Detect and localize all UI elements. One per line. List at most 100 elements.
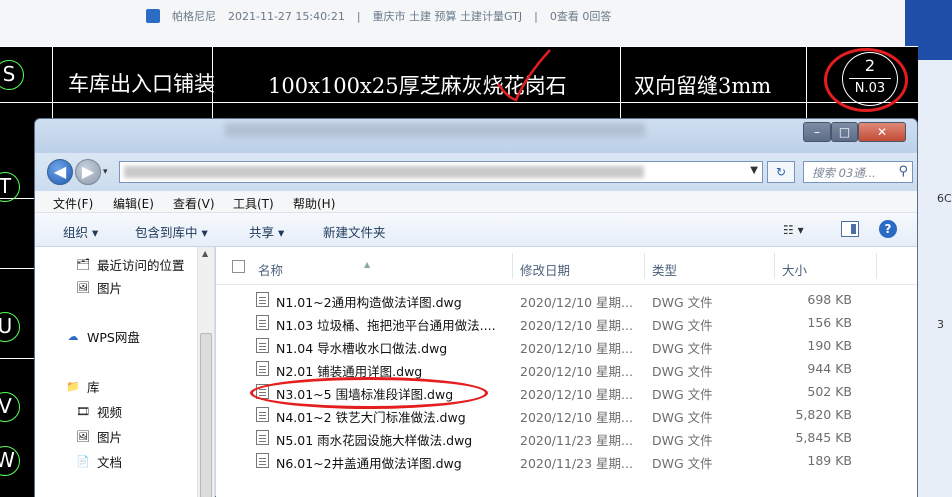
post-stats: 0查看 0回答 (549, 10, 612, 23)
file-date: 2020/11/23 星期... (520, 456, 633, 471)
column-divider[interactable] (876, 253, 877, 279)
include-in-library-button[interactable]: 包含到库中 ▾ (135, 222, 208, 241)
nav-item-label: 最近访问的位置 (97, 258, 185, 273)
file-row[interactable]: N5.01 雨水花园设施大样做法.dwg 2020/11/23 星期... DW… (216, 426, 916, 449)
search-input[interactable]: 搜索 03通... ⚲ (803, 161, 913, 183)
preview-pane-icon[interactable] (841, 221, 859, 237)
forum-post-meta-bar: 帕格尼尼 2021-11-27 15:40:21 | 重庆市 土建 预算 土建计… (0, 0, 952, 48)
column-divider[interactable] (774, 253, 775, 279)
nav-item-recent-places[interactable]: 🗂 最近访问的位置 (75, 255, 185, 274)
axis-bubble: S (0, 60, 24, 90)
blurred-title (225, 123, 645, 137)
recent-places-icon: 🗂 (76, 257, 90, 271)
file-type: DWG 文件 (652, 387, 713, 402)
back-button[interactable]: ◀ (47, 159, 73, 185)
cloud-icon: ☁ (67, 329, 79, 343)
nav-item-pictures[interactable]: 🖼 图片 (75, 278, 122, 297)
file-row[interactable]: N2.01 铺装通用详图.dwg 2020/12/10 星期... DWG 文件… (216, 357, 916, 380)
column-divider[interactable] (644, 253, 645, 279)
cad-row-label: 车库出入口铺装 (68, 72, 215, 96)
file-list: ▲ 名称 修改日期 类型 大小 N1.01~2通用构造做法详图.dwg 2020… (216, 247, 917, 497)
address-dropdown-icon[interactable]: ▼ (750, 165, 758, 176)
dwg-file-icon (256, 361, 269, 376)
file-name: N4.01~2 铁艺大门标准做法.dwg (276, 410, 466, 425)
menu-view[interactable]: 查看(V) (173, 195, 215, 212)
avatar[interactable] (146, 9, 160, 23)
select-all-checkbox[interactable] (232, 260, 245, 273)
nav-item-label: 库 (87, 380, 100, 395)
share-button[interactable]: 共享 ▾ (249, 222, 284, 241)
post-category[interactable]: 重庆市 土建 预算 土建计量GTJ (373, 8, 523, 24)
forward-button[interactable]: ▶ (75, 159, 101, 185)
file-row[interactable]: N1.03 垃圾桶、拖把池平台通用做法.... 2020/12/10 星期...… (216, 311, 916, 334)
post-date: 2021-11-27 15:40:21 (228, 9, 345, 23)
recent-pages-chevron-icon[interactable]: ▾ (103, 167, 108, 177)
file-row[interactable]: N1.04 导水槽收水口做法.dwg 2020/12/10 星期... DWG … (216, 334, 916, 357)
nav-item-wps-cloud[interactable]: ☁ WPS网盘 (65, 327, 140, 346)
nav-item-documents[interactable]: 📄 文档 (75, 452, 122, 471)
video-icon: 🎞 (76, 404, 90, 418)
menu-tools[interactable]: 工具(T) (233, 195, 274, 212)
menu-file[interactable]: 文件(F) (53, 195, 93, 212)
scrollbar-thumb[interactable] (200, 333, 212, 497)
file-size: 156 KB (807, 315, 852, 330)
refresh-button[interactable]: ↻ (767, 161, 795, 183)
nav-item-videos[interactable]: 🎞 视频 (75, 402, 122, 421)
axis-bubble: W (0, 446, 20, 476)
cad-line (620, 46, 621, 118)
menu-edit[interactable]: 编辑(E) (113, 195, 154, 212)
nav-scrollbar[interactable]: ▲ (197, 247, 214, 497)
scroll-up-arrow-icon[interactable]: ▲ (202, 249, 208, 258)
menu-help[interactable]: 帮助(H) (293, 195, 335, 212)
maximize-button[interactable]: □ (831, 122, 858, 142)
dwg-file-icon (256, 453, 269, 468)
red-annotation-circle (824, 48, 908, 112)
file-type: DWG 文件 (652, 456, 713, 471)
file-row[interactable]: N1.01~2通用构造做法详图.dwg 2020/12/10 星期... DWG… (216, 288, 916, 311)
view-options-icon[interactable]: ☷ ▾ (783, 223, 804, 237)
file-date: 2020/12/10 星期... (520, 364, 633, 379)
meta-separator: | (534, 9, 538, 23)
address-row: ◀ ▶ ▾ ▼ ↻ 搜索 03通... ⚲ (35, 153, 917, 191)
nav-item-libraries[interactable]: 📁 库 (65, 377, 100, 396)
address-bar[interactable]: ▼ (119, 161, 763, 183)
close-button[interactable]: ✕ (858, 122, 906, 142)
dwg-file-icon (256, 338, 269, 353)
menu-bar: 文件(F) 编辑(E) 查看(V) 工具(T) 帮助(H) (35, 191, 917, 213)
column-header-date[interactable]: 修改日期 (520, 260, 570, 279)
post-author[interactable]: 帕格尼尼 (172, 8, 216, 24)
file-date: 2020/12/10 星期... (520, 387, 633, 402)
nav-item-label: 图片 (97, 430, 123, 445)
nav-item-label: WPS网盘 (87, 330, 140, 345)
file-size: 189 KB (807, 453, 852, 468)
column-header-size[interactable]: 大小 (782, 260, 807, 279)
file-date: 2020/12/10 星期... (520, 295, 633, 310)
column-divider[interactable] (512, 253, 513, 279)
file-size: 698 KB (807, 292, 852, 307)
dwg-file-icon (256, 315, 269, 330)
nav-item-pictures[interactable]: 🖼 图片 (75, 427, 122, 446)
file-name: N1.03 垃圾桶、拖把池平台通用做法.... (276, 318, 496, 333)
cad-joint-spec: 双向留缝3mm (634, 74, 772, 98)
sidebar-text: 3 (937, 318, 944, 331)
file-size: 502 KB (807, 384, 852, 399)
column-header-type[interactable]: 类型 (652, 260, 677, 279)
window-titlebar[interactable]: – □ ✕ (35, 119, 917, 153)
cad-line (0, 102, 918, 103)
column-header-name[interactable]: 名称 (258, 260, 283, 279)
pictures-icon: 🖼 (76, 429, 90, 443)
file-row[interactable]: N6.01~2井盖通用做法详图.dwg 2020/11/23 星期... DWG… (216, 449, 916, 472)
file-type: DWG 文件 (652, 364, 713, 379)
dwg-file-icon (256, 430, 269, 445)
cad-line (0, 46, 918, 47)
search-icon[interactable]: ⚲ (898, 164, 908, 179)
new-folder-button[interactable]: 新建文件夹 (323, 222, 386, 241)
minimize-button[interactable]: – (803, 122, 831, 142)
axis-bubble: U (0, 312, 20, 342)
blurred-path (124, 166, 644, 178)
help-icon[interactable]: ? (879, 220, 897, 238)
organize-button[interactable]: 组织 ▾ (63, 222, 98, 241)
file-type: DWG 文件 (652, 295, 713, 310)
file-type: DWG 文件 (652, 341, 713, 356)
cad-line (0, 358, 36, 359)
